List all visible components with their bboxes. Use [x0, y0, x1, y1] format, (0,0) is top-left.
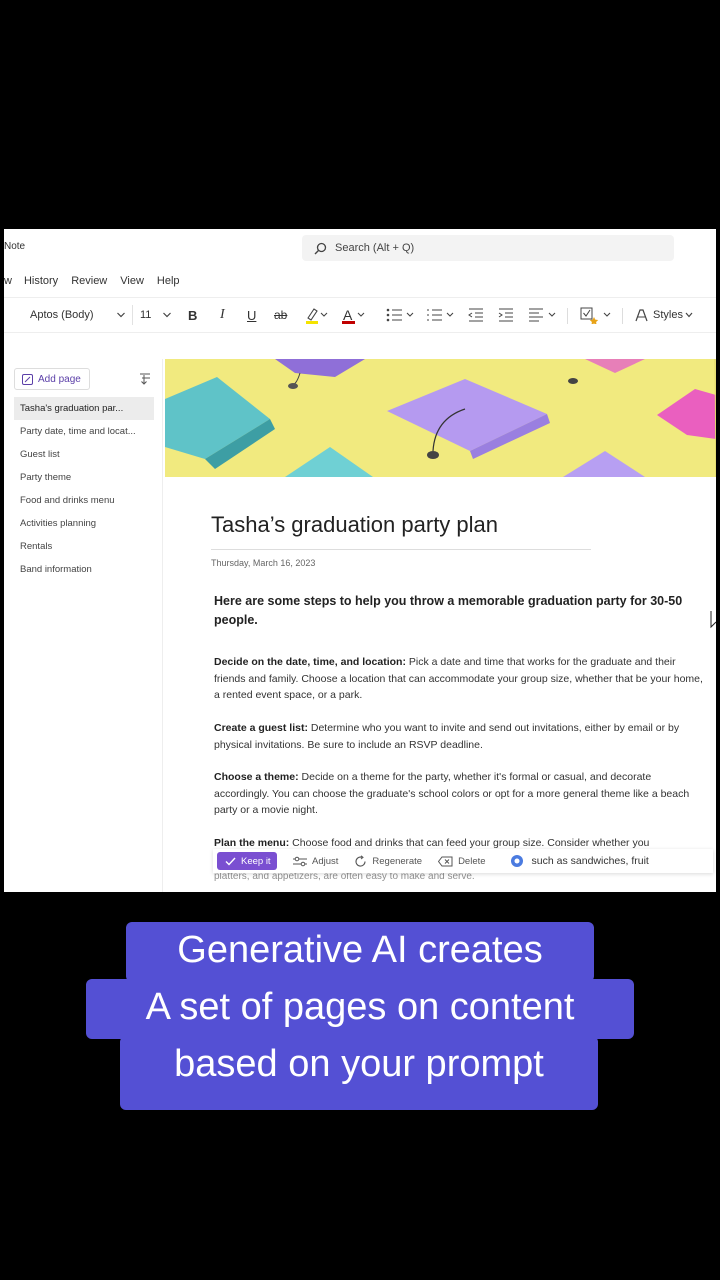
checkbox-star-icon [580, 307, 611, 324]
keep-it-label: Keep it [241, 855, 271, 867]
title-underline [211, 549, 591, 550]
add-page-label: Add page [38, 373, 81, 385]
paragraph-heading: Choose a theme: [214, 771, 299, 783]
toolbar-separator [567, 308, 568, 324]
graduation-banner-image [165, 359, 716, 477]
italic-button[interactable]: I [220, 305, 225, 325]
paragraph-guest-list[interactable]: Create a guest list: Determine who you w… [214, 720, 706, 753]
font-family-value: Aptos (Body) [30, 309, 94, 321]
intro-paragraph[interactable]: Here are some steps to help you throw a … [214, 592, 694, 630]
regenerate-icon [355, 854, 366, 867]
numbered-list-icon [427, 309, 454, 321]
page-item-rentals[interactable]: Rentals [14, 535, 154, 558]
add-page-icon [22, 373, 33, 385]
adjust-label: Adjust [312, 855, 339, 867]
numbering-button[interactable] [426, 305, 456, 325]
onenote-window: Note Search (Alt + Q) w History Review V… [4, 229, 716, 892]
page-item-activities[interactable]: Activities planning [14, 512, 154, 535]
caption-text: based on your prompt [174, 1043, 544, 1085]
tag-button[interactable] [580, 305, 614, 325]
styles-button[interactable]: Styles [634, 305, 695, 325]
font-size-value: 11 [140, 309, 152, 321]
page-title[interactable]: Tasha’s graduation party plan [211, 512, 498, 538]
menu-history[interactable]: History [24, 275, 58, 287]
paragraph-date-location[interactable]: Decide on the date, time, and location: … [214, 654, 706, 704]
strikethrough-button[interactable]: ab [274, 305, 287, 325]
sort-icon[interactable] [138, 372, 152, 385]
chevron-down-icon [685, 312, 693, 318]
page-item-guest-list[interactable]: Guest list [14, 443, 154, 466]
caption-text: Generative AI creates [177, 929, 543, 971]
chevron-down-icon [117, 312, 125, 318]
adjust-button[interactable]: Adjust [293, 856, 338, 867]
page-item-party-theme[interactable]: Party theme [14, 466, 154, 489]
menu-review[interactable]: Review [71, 275, 107, 287]
paragraph-heading: Plan the menu: [214, 837, 290, 849]
search-placeholder: Search (Alt + Q) [335, 242, 415, 254]
page-item-band[interactable]: Band information [14, 558, 154, 581]
styles-pen-icon [635, 309, 648, 322]
paragraph-body: Choose food and drinks that can feed you… [289, 837, 650, 849]
delete-icon [438, 856, 453, 866]
highlighter-icon [306, 308, 328, 324]
suggestion-text-tail: such as sandwiches, fruit [531, 855, 649, 867]
page-list-pane: Add page Tasha's graduation par... Party… [4, 359, 163, 892]
app-name: Note [4, 241, 26, 252]
delete-button[interactable]: Delete [438, 855, 486, 867]
styles-label: Styles [653, 309, 683, 321]
title-bar: Note Search (Alt + Q) [4, 229, 716, 265]
font-color-letter: A [343, 307, 353, 323]
adjust-sliders-icon [293, 856, 307, 866]
bold-button[interactable]: B [188, 305, 197, 325]
search-icon [314, 242, 327, 254]
increase-indent-button[interactable] [498, 305, 516, 325]
add-page-button[interactable]: Add page [14, 368, 90, 390]
bullet-list-icon [386, 308, 414, 322]
check-icon [225, 857, 236, 866]
page-item-food-drinks[interactable]: Food and drinks menu [14, 489, 154, 512]
align-left-icon [529, 308, 556, 322]
paragraph-theme[interactable]: Choose a theme: Decide on a theme for th… [214, 769, 706, 819]
menu-view[interactable]: View [120, 275, 144, 287]
menu-help[interactable]: Help [157, 275, 180, 287]
caption-line-1: Generative AI creates [126, 922, 594, 982]
outdent-icon [468, 308, 483, 322]
highlight-button[interactable] [304, 305, 330, 325]
page-item-date-time-location[interactable]: Party date, time and locat... [14, 420, 154, 443]
chevron-down-icon [163, 312, 171, 318]
font-color-button[interactable]: A [342, 305, 368, 325]
menu-view-partial[interactable]: w [4, 275, 12, 287]
indent-icon [498, 308, 513, 322]
caption-line-2: A set of pages on content [86, 979, 634, 1039]
note-canvas[interactable]: Tasha’s graduation party plan Thursday, … [165, 359, 716, 892]
font-size-select[interactable]: 11 [136, 305, 174, 325]
page-items: Tasha's graduation par... Party date, ti… [14, 397, 154, 581]
mouse-cursor-icon [710, 611, 716, 629]
page-item-graduation-plan[interactable]: Tasha's graduation par... [14, 397, 154, 420]
copilot-icon [510, 855, 523, 867]
paragraph-heading: Decide on the date, time, and location: [214, 656, 406, 668]
delete-label: Delete [458, 855, 486, 867]
bullets-button[interactable] [386, 305, 416, 325]
menu-bar: w History Review View Help [4, 269, 193, 293]
font-family-select[interactable]: Aptos (Body) [20, 305, 133, 325]
page-date: Thursday, March 16, 2023 [211, 558, 316, 568]
caption-line-3: based on your prompt [120, 1036, 598, 1110]
underline-button[interactable]: U [247, 305, 256, 325]
formatting-toolbar: Aptos (Body) 11 B I U ab A Styles [4, 297, 716, 333]
ai-suggestion-bar: Keep it Adjust Regenerate Delete such as… [213, 849, 713, 873]
search-box[interactable]: Search (Alt + Q) [302, 235, 674, 261]
keep-it-button[interactable]: Keep it [217, 852, 277, 870]
alignment-button[interactable] [528, 305, 558, 325]
toolbar-separator [622, 308, 623, 324]
decrease-indent-button[interactable] [468, 305, 486, 325]
paragraph-heading: Create a guest list: [214, 722, 308, 734]
regenerate-label: Regenerate [372, 855, 423, 867]
caption-text: A set of pages on content [145, 986, 575, 1028]
regenerate-button[interactable]: Regenerate [354, 854, 423, 868]
